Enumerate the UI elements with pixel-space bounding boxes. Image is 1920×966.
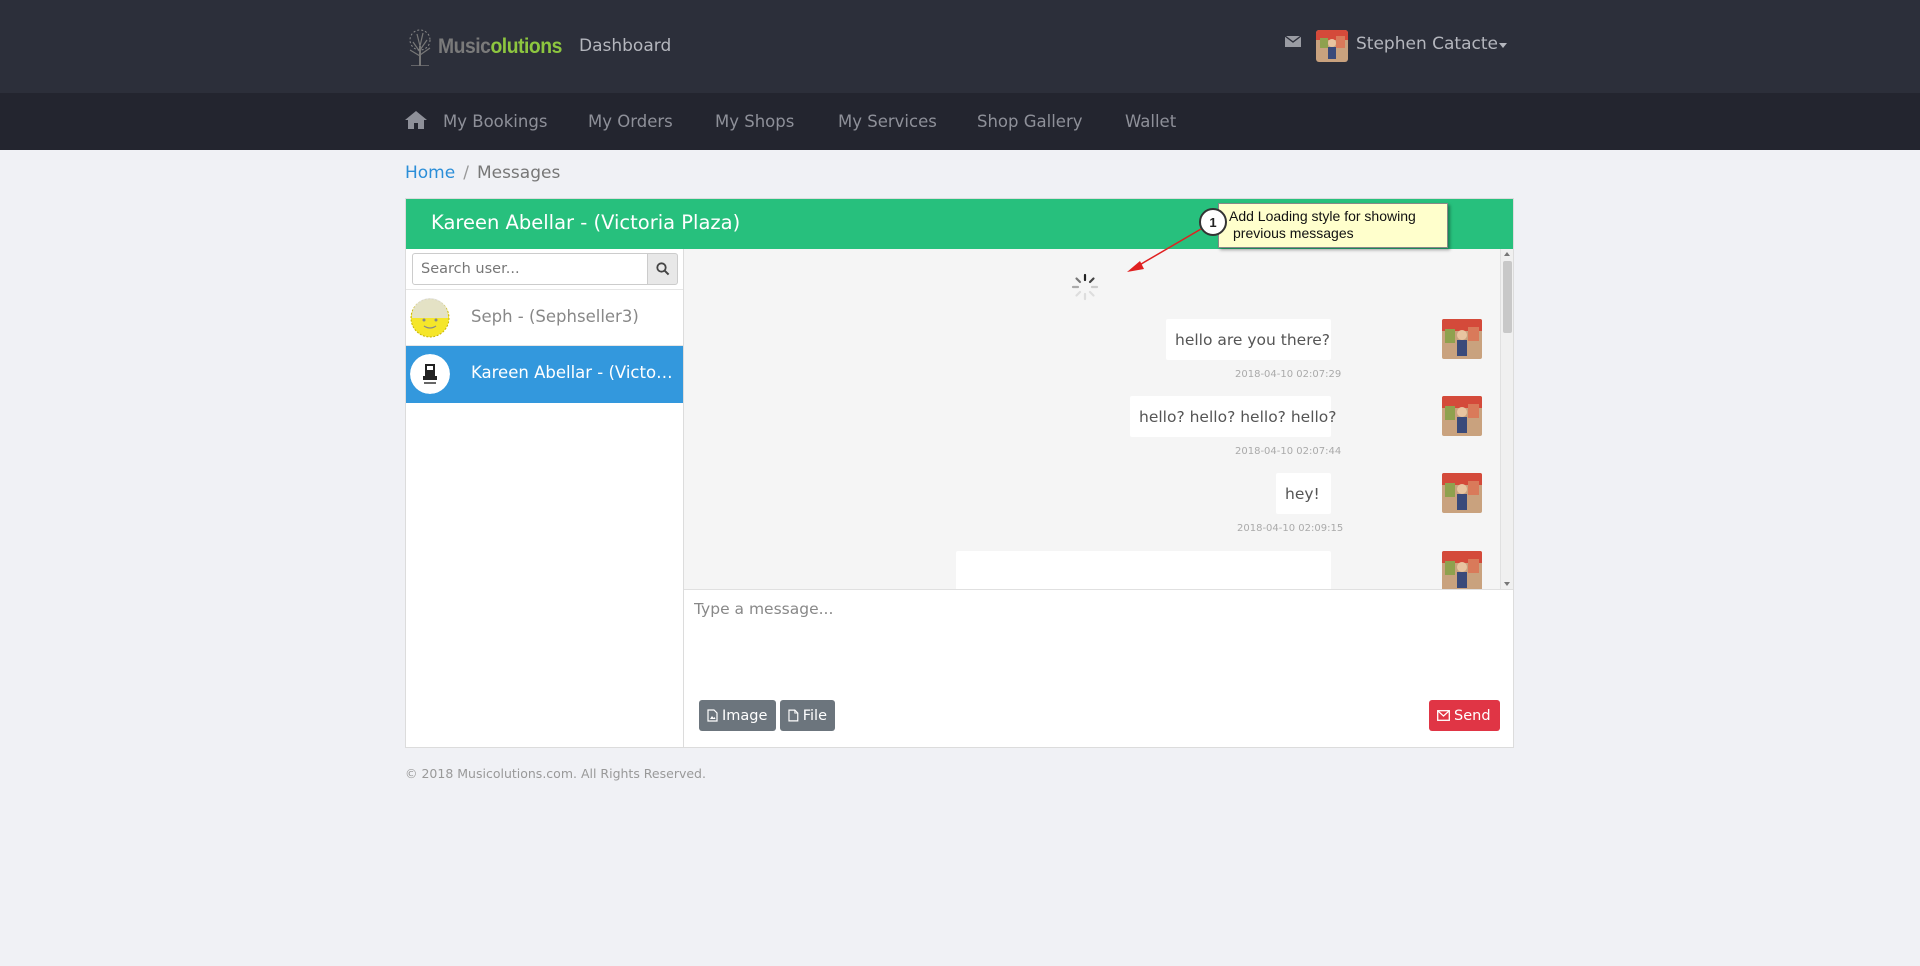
search-button[interactable] [647, 253, 678, 285]
send-button-label: Send [1454, 707, 1491, 724]
chat-title: Kareen Abellar - (Victoria Plaza) [431, 211, 741, 234]
brand-name: Musicolutions [438, 35, 562, 58]
contact-name: Kareen Abellar - (Victoria Plaza) [471, 363, 677, 382]
nav-shop-gallery[interactable]: Shop Gallery [977, 112, 1083, 131]
image-button-label: Image [722, 707, 768, 724]
breadcrumb-separator: / [463, 163, 469, 183]
sender-avatar [1442, 396, 1482, 436]
scroll-thumb[interactable] [1503, 261, 1512, 333]
footer-copyright: © 2018 Musicolutions.com. All Rights Res… [405, 766, 706, 781]
sender-avatar [1442, 473, 1482, 513]
search-user-input[interactable] [412, 253, 648, 285]
loading-spinner-icon [1071, 273, 1099, 301]
contact-item[interactable]: Seph - (Sephseller3) [406, 289, 683, 346]
message-timestamp: 2018-04-10 02:07:29 [1235, 369, 1342, 380]
chat-scrollbar[interactable] [1500, 249, 1513, 589]
scroll-down-icon[interactable] [1504, 582, 1510, 586]
annotation-number-badge: 1 [1199, 208, 1227, 236]
envelope-icon [1437, 710, 1450, 721]
contact-avatar [410, 354, 450, 394]
contact-item-active[interactable]: Kareen Abellar - (Victoria Plaza) [406, 346, 683, 403]
message-timestamp: 2018-04-10 02:07:44 [1235, 446, 1342, 457]
compose-area: Image File Send [684, 589, 1513, 747]
brand-logo[interactable]: Musicolutions [405, 28, 573, 66]
home-icon[interactable] [404, 110, 428, 130]
message-input[interactable] [694, 600, 1504, 690]
message-bubble: hello? hello? hello? hello? [1130, 396, 1337, 437]
top-header: Musicolutions Dashboard Stephen Catacte [0, 0, 1920, 93]
nav-my-bookings[interactable]: My Bookings [443, 112, 547, 131]
annotation-line-2: previous messages [1233, 225, 1354, 241]
message-bubble: hello are you there? [1166, 319, 1331, 360]
sender-avatar [1442, 319, 1482, 359]
breadcrumb-current: Messages [476, 163, 561, 183]
nav-my-services[interactable]: My Services [838, 112, 937, 131]
scroll-up-icon[interactable] [1504, 252, 1510, 256]
sender-avatar [1442, 551, 1482, 589]
send-button[interactable]: Send [1429, 700, 1500, 731]
dashboard-link[interactable]: Dashboard [579, 36, 671, 56]
annotation-line-1: Add Loading style for showing [1229, 208, 1416, 224]
message-history[interactable]: hello are you there? 2018-04-10 02:07:29… [684, 249, 1513, 589]
nav-wallet[interactable]: Wallet [1125, 112, 1176, 131]
envelope-icon[interactable] [1284, 34, 1302, 48]
image-file-icon [707, 709, 718, 722]
nav-my-shops[interactable]: My Shops [715, 112, 794, 131]
contact-avatar [410, 298, 450, 338]
message-timestamp: 2018-04-10 02:09:15 [1237, 523, 1344, 534]
contact-name: Seph - (Sephseller3) [471, 307, 639, 326]
nav-my-orders[interactable]: My Orders [588, 112, 673, 131]
breadcrumb-home-link[interactable]: Home [405, 163, 455, 183]
tree-logo-icon [409, 29, 431, 66]
user-avatar[interactable] [1316, 30, 1348, 62]
user-name[interactable]: Stephen Catacte [1356, 34, 1498, 54]
message-bubble: hey! [1276, 473, 1331, 514]
attach-file-button[interactable]: File [780, 700, 835, 731]
file-button-label: File [802, 707, 827, 724]
breadcrumb: Home / Messages [405, 163, 560, 183]
annotation-callout: Add Loading style for showing previous m… [1218, 203, 1448, 248]
main-navigation: My Bookings My Orders My Shops My Servic… [0, 93, 1920, 150]
search-icon [655, 262, 669, 276]
chevron-down-icon[interactable] [1499, 43, 1507, 48]
messages-panel: Kareen Abellar - (Victoria Plaza) Search… [405, 198, 1514, 748]
user-search [412, 253, 678, 285]
message-bubble-partial [956, 551, 1331, 589]
attach-image-button[interactable]: Image [699, 700, 776, 731]
contacts-sidebar: Seph - (Sephseller3) Kareen Abellar - (V… [406, 249, 684, 747]
file-icon [788, 709, 799, 722]
